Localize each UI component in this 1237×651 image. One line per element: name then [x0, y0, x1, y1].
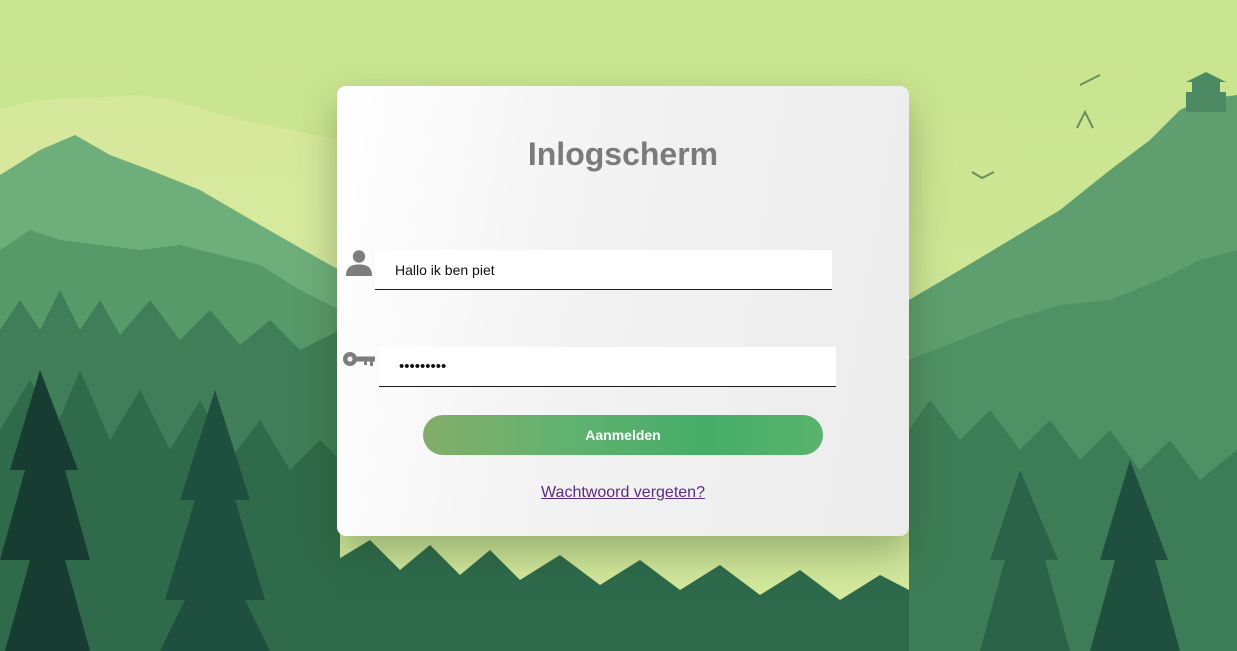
- username-input[interactable]: [375, 250, 832, 290]
- key-icon: [343, 352, 375, 366]
- forgot-password-link[interactable]: Wachtwoord vergeten?: [337, 483, 909, 503]
- login-button[interactable]: Aanmelden: [423, 415, 823, 455]
- login-card: Inlogscherm Aanmelden Wachtwoord vergete…: [337, 86, 909, 536]
- user-icon: [346, 250, 372, 276]
- page-title: Inlogscherm: [527, 136, 719, 172]
- password-input[interactable]: [379, 347, 836, 387]
